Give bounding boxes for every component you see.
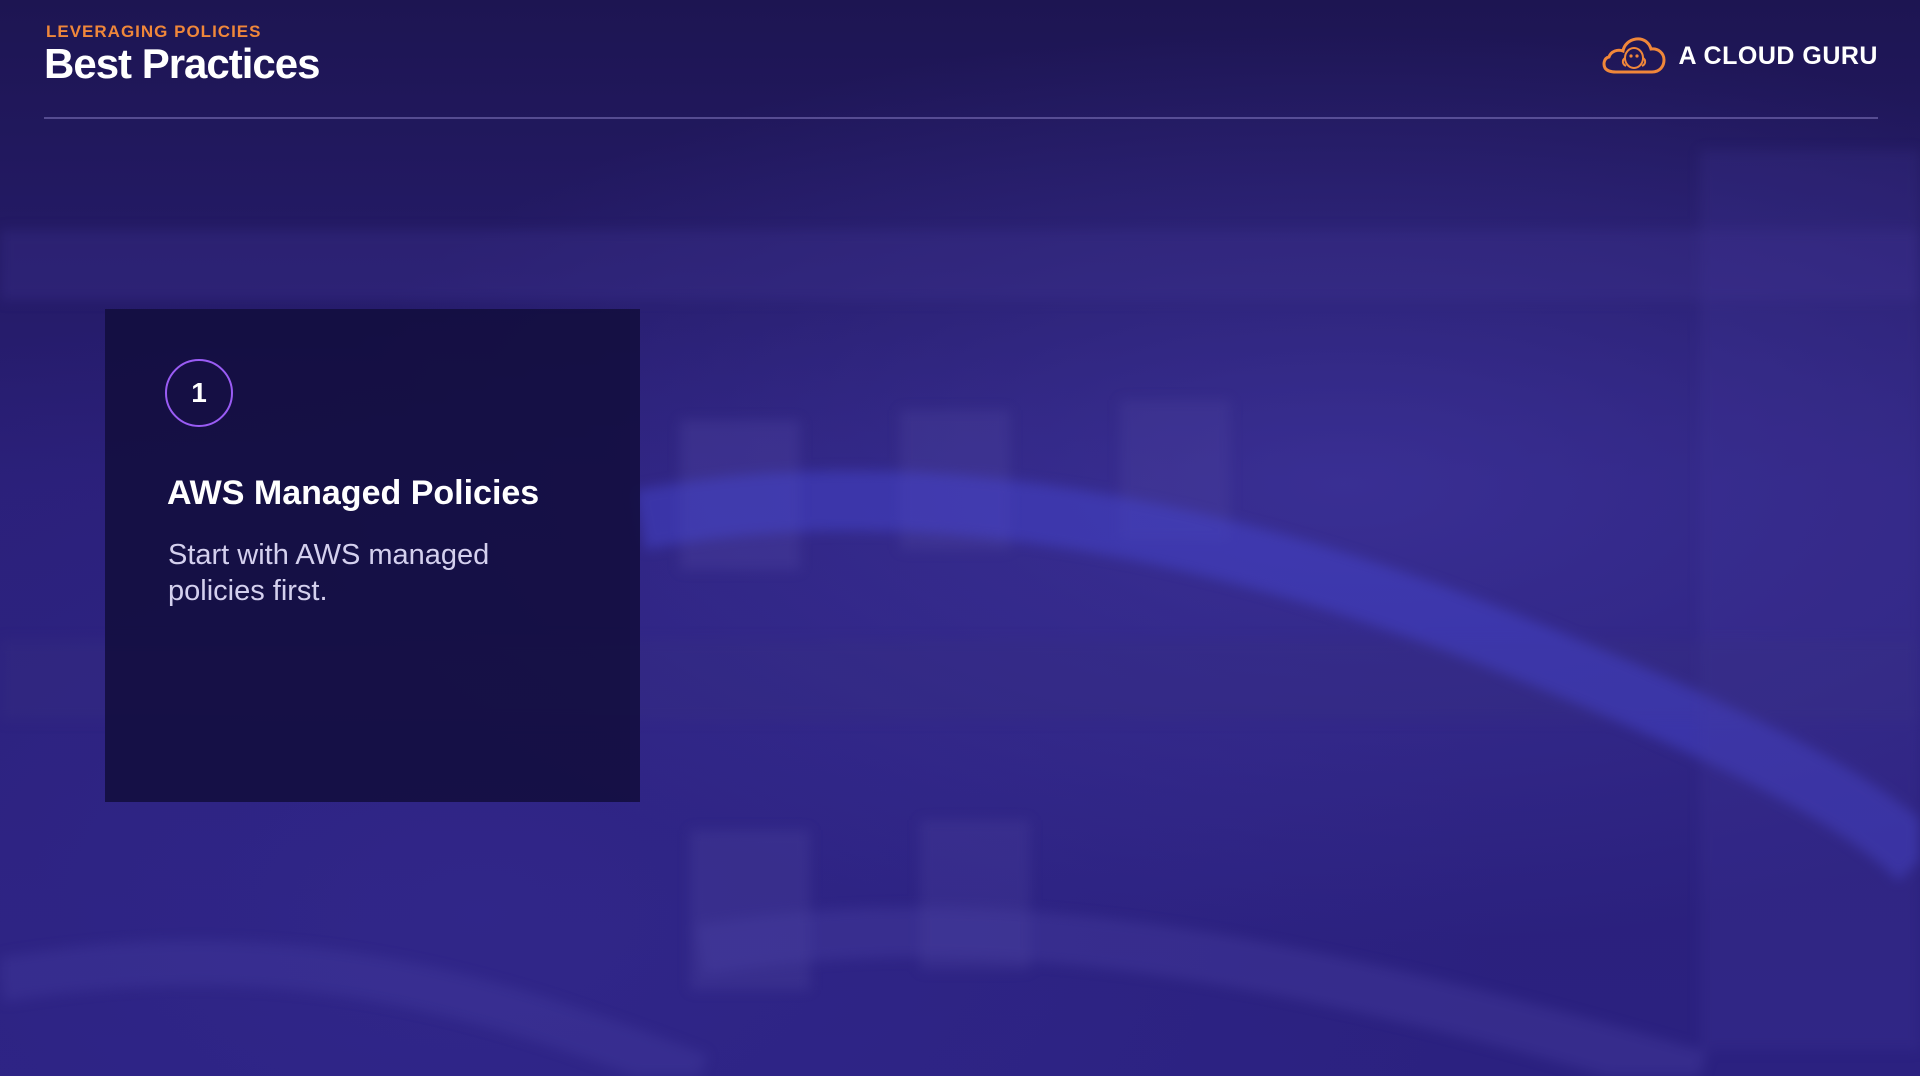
card-description: Start with AWS managed policies first. bbox=[168, 539, 490, 607]
cloud-logo-icon bbox=[1603, 37, 1666, 74]
card-title: AWS Managed Policies bbox=[167, 474, 540, 512]
brand-name: A CLOUD GURU bbox=[1678, 41, 1878, 70]
section-kicker: LEVERAGING POLICIES bbox=[46, 22, 262, 41]
slide-title: Best Practices bbox=[44, 40, 321, 87]
best-practice-card: 1 AWS Managed Policies Start with AWS ma… bbox=[105, 309, 640, 802]
step-number-badge: 1 bbox=[165, 359, 233, 427]
header-divider bbox=[44, 117, 1878, 119]
brand-logo: A CLOUD GURU bbox=[1602, 36, 1878, 76]
